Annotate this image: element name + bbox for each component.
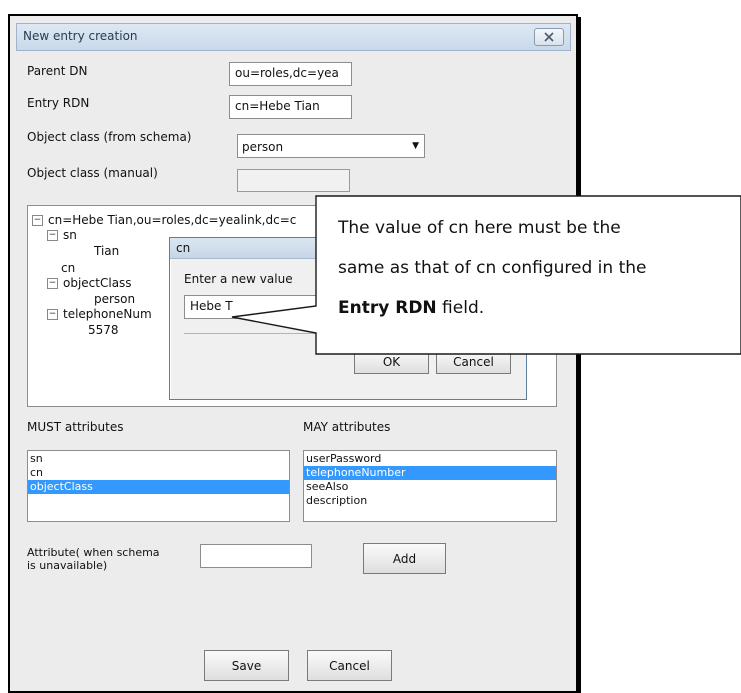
callout-box [231, 195, 741, 355]
callout-field-name: Entry RDN [338, 298, 437, 318]
callout-line-3: Entry RDN field. [338, 298, 484, 318]
callout-line-1: The value of cn here must be the [338, 218, 621, 238]
callout-line-2: same as that of cn configured in the [338, 258, 647, 278]
callout-line-3-rest: field. [436, 298, 485, 318]
